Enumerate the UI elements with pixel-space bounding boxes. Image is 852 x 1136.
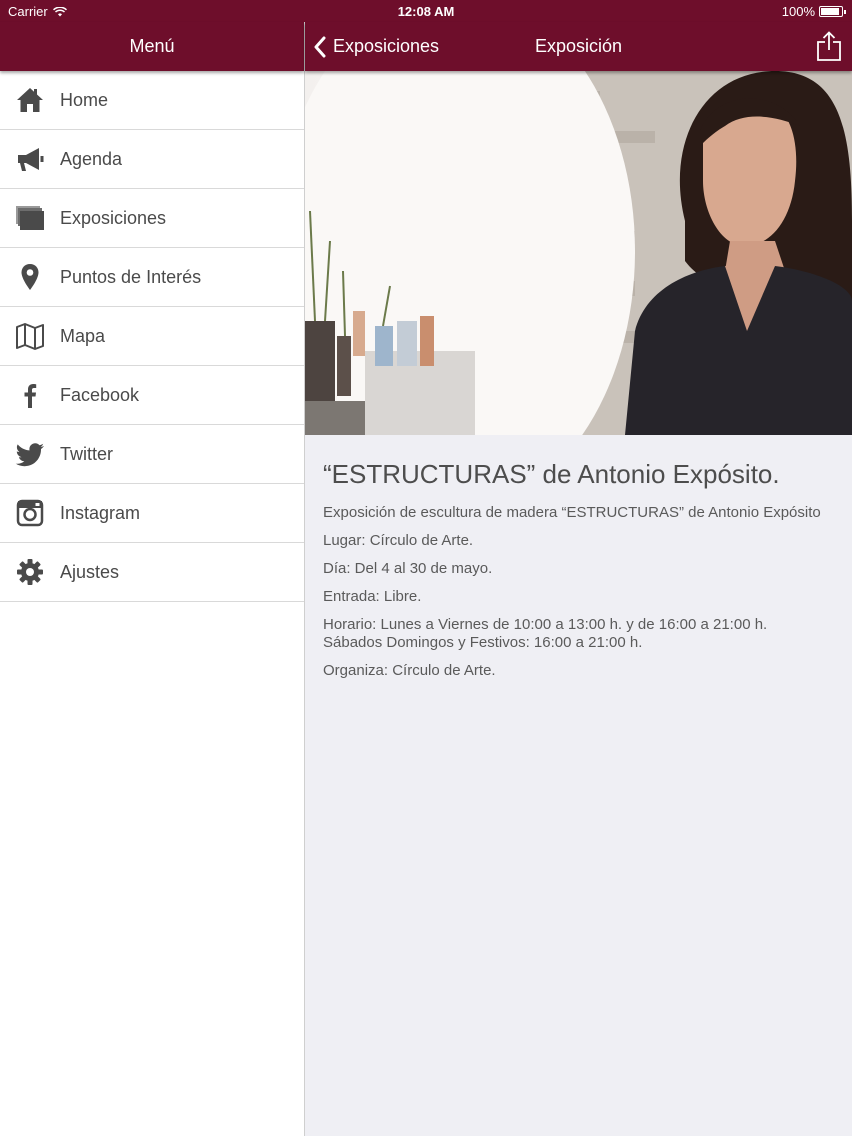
side-menu: Menú Home Agenda Exposiciones Puntos de …	[0, 22, 305, 1136]
home-icon	[15, 85, 45, 115]
exhibition-description: Exposición de escultura de madera “ESTRU…	[323, 504, 821, 521]
content-pane: Exposiciones Exposición “ESTRUCTURAS” de…	[305, 22, 852, 1136]
page-title: Exposición	[534, 36, 623, 56]
battery-label: 100%	[781, 4, 815, 19]
battery-icon	[819, 6, 843, 17]
menu-item-twitter[interactable]: Twitter	[0, 425, 304, 484]
menu-item-label: Twitter	[60, 443, 114, 464]
menu-item-exposiciones[interactable]: Exposiciones	[0, 189, 304, 248]
facebook-icon	[15, 380, 45, 410]
status-bar: Carrier 12:08 AM 100%	[0, 0, 852, 22]
exhibition-title: “ESTRUCTURAS” de Antonio Expósito.	[323, 459, 780, 489]
gear-icon	[15, 557, 45, 587]
menu-item-mapa[interactable]: Mapa	[0, 307, 304, 366]
twitter-icon	[15, 439, 45, 469]
menu-item-home[interactable]: Home	[0, 71, 304, 130]
menu-item-puntos-de-interes[interactable]: Puntos de Interés	[0, 248, 304, 307]
exhibition-photo	[305, 71, 852, 435]
exhibition-entrance: Entrada: Libre.	[323, 588, 422, 605]
exhibition-detail: “ESTRUCTURAS” de Antonio Expósito. Expos…	[305, 435, 852, 680]
battery-indicator: 100%	[782, 4, 846, 19]
menu-item-label: Puntos de Interés	[60, 266, 202, 287]
exhibition-dates: Día: Del 4 al 30 de mayo.	[323, 560, 493, 577]
gallery-icon	[15, 203, 45, 233]
map-icon	[15, 321, 45, 351]
menu-header: Menú	[0, 22, 304, 71]
menu-item-label: Home	[60, 89, 109, 110]
menu-item-label: Facebook	[60, 384, 140, 405]
clock: 12:08 AM	[397, 4, 455, 19]
share-icon[interactable]	[816, 31, 842, 61]
menu-item-label: Instagram	[60, 502, 141, 523]
menu-item-label: Exposiciones	[60, 207, 167, 228]
menu-list: Home Agenda Exposiciones Puntos de Inter…	[0, 71, 304, 602]
menu-item-label: Mapa	[60, 325, 106, 346]
menu-item-facebook[interactable]: Facebook	[0, 366, 304, 425]
megaphone-icon	[15, 144, 45, 174]
menu-item-agenda[interactable]: Agenda	[0, 130, 304, 189]
menu-title: Menú	[129, 36, 175, 56]
map-pin-icon	[15, 262, 45, 292]
menu-item-label: Agenda	[60, 148, 123, 169]
instagram-icon	[15, 498, 45, 528]
schedule-weekdays: Horario: Lunes a Viernes de 10:00 a 13:0…	[323, 616, 768, 633]
schedule-weekends: Sábados Domingos y Festivos: 16:00 a 21:…	[323, 634, 643, 651]
menu-item-label: Ajustes	[60, 561, 120, 582]
exhibition-organizer: Organiza: Círculo de Arte.	[323, 662, 496, 679]
menu-item-ajustes[interactable]: Ajustes	[0, 543, 304, 602]
exhibition-schedule: Horario: Lunes a Viernes de 10:00 a 13:0…	[323, 616, 834, 652]
menu-item-instagram[interactable]: Instagram	[0, 484, 304, 543]
navigation-bar: Exposiciones Exposición	[305, 22, 852, 71]
exhibition-location: Lugar: Círculo de Arte.	[323, 532, 474, 549]
